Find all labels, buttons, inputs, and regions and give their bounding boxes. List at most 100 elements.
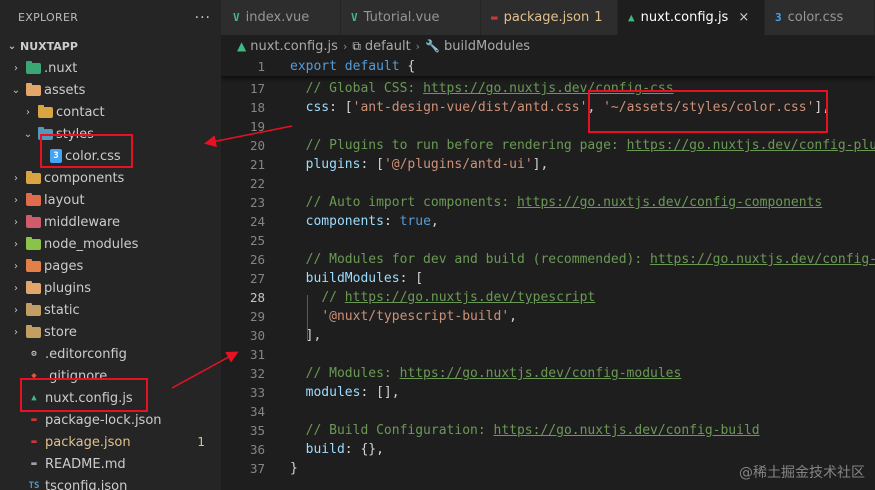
code-line[interactable]: 17 // Global CSS: https://go.nuxtjs.dev/… bbox=[221, 79, 875, 98]
code-line[interactable]: 36 build: {}, bbox=[221, 440, 875, 459]
code-line[interactable]: 18 css: ['ant-design-vue/dist/antd.css',… bbox=[221, 98, 875, 117]
tree-item-nuxt-config-js[interactable]: ▲ nuxt.config.js bbox=[0, 387, 221, 409]
tab-nuxt-config-js[interactable]: ▲ nuxt.config.js × bbox=[618, 0, 765, 35]
tree-item-readme-md[interactable]: ▬ README.md bbox=[0, 453, 221, 475]
code-line[interactable]: 34 bbox=[221, 402, 875, 421]
code-line[interactable]: 35 // Build Configuration: https://go.nu… bbox=[221, 421, 875, 440]
folder-icon bbox=[26, 60, 41, 74]
chevron-down-icon: ⌄ bbox=[7, 40, 17, 52]
tree-item-label: middleware bbox=[44, 214, 121, 230]
code-line[interactable]: 24 components: true, bbox=[221, 212, 875, 231]
tree-item-editorconfig[interactable]: ⚙ .editorconfig bbox=[0, 343, 221, 365]
more-actions-icon[interactable]: ··· bbox=[195, 10, 211, 26]
code-line[interactable]: 21 plugins: ['@/plugins/antd-ui'], bbox=[221, 155, 875, 174]
file-type-icon: ▲ bbox=[628, 11, 635, 24]
tree-item-tsconfig-json[interactable]: TS tsconfig.json bbox=[0, 475, 221, 490]
code-line[interactable]: 25 bbox=[221, 231, 875, 250]
chevron-right-icon: › bbox=[14, 282, 18, 294]
code-text: ], bbox=[290, 328, 322, 343]
explorer-header: EXPLORER ··· bbox=[0, 0, 221, 35]
tree-item-static[interactable]: › static bbox=[0, 299, 221, 321]
code-line[interactable]: 30 ], bbox=[221, 326, 875, 345]
close-icon[interactable]: × bbox=[738, 10, 749, 25]
breadcrumb-file[interactable]: nuxt.config.js bbox=[250, 39, 338, 54]
nuxt-file-icon: ▲ bbox=[237, 39, 247, 53]
code-text: // Global CSS: https://go.nuxtjs.dev/con… bbox=[305, 81, 674, 96]
tab-package-json[interactable]: ▬ package.json 1 bbox=[481, 0, 618, 35]
editor-tab-bar: Vindex.vue V Tutorial.vue ▬ package.json 1 ▲ nu… bbox=[221, 0, 875, 35]
tree-item-components[interactable]: › components bbox=[0, 167, 221, 189]
explorer-root-folder[interactable]: ⌄ NUXTAPP bbox=[0, 35, 221, 57]
code-line[interactable]: 1 export default { bbox=[221, 57, 875, 76]
line-number: 37 bbox=[249, 461, 265, 476]
breadcrumb-default[interactable]: default bbox=[365, 39, 411, 54]
tree-item-middleware[interactable]: › middleware bbox=[0, 211, 221, 233]
chevron-right-icon: › bbox=[14, 172, 18, 184]
code-text: css: ['ant-design-vue/dist/antd.css', '~… bbox=[305, 100, 831, 115]
code-text: // Modules for dev and build (recommende… bbox=[305, 252, 875, 267]
line-number: 34 bbox=[249, 404, 265, 419]
tree-item-label: components bbox=[44, 170, 125, 186]
tree-item-store[interactable]: › store bbox=[0, 321, 221, 343]
tree-item-package-lock-json[interactable]: ▬ package-lock.json bbox=[0, 409, 221, 431]
tab-label: index.vue bbox=[245, 10, 310, 25]
code-line[interactable]: 23 // Auto import components: https://go… bbox=[221, 193, 875, 212]
tree-item-assets[interactable]: ⌄ assets bbox=[0, 79, 221, 101]
tree-item-pages[interactable]: › pages bbox=[0, 255, 221, 277]
line-number: 24 bbox=[249, 214, 265, 229]
tree-item-label: color.css bbox=[65, 148, 121, 164]
tab-label: package.json bbox=[503, 10, 590, 25]
tab-tutorial-vue[interactable]: V Tutorial.vue bbox=[341, 0, 481, 35]
code-text: plugins: ['@/plugins/antd-ui'], bbox=[305, 157, 549, 172]
line-number: 26 bbox=[249, 252, 265, 267]
code-text: '@nuxt/typescript-build', bbox=[321, 309, 517, 324]
tree-item-label: .nuxt bbox=[44, 60, 78, 76]
code-line[interactable]: 31 bbox=[221, 345, 875, 364]
wrench-icon: 🔧 bbox=[425, 39, 441, 53]
chevron-right-icon: › bbox=[14, 260, 18, 272]
code-line[interactable]: 19 bbox=[221, 117, 875, 136]
code-line[interactable]: 26 // Modules for dev and build (recomme… bbox=[221, 250, 875, 269]
tree-item-label: assets bbox=[44, 82, 86, 98]
code-text: } bbox=[290, 461, 298, 476]
tree-item-layout[interactable]: › layout bbox=[0, 189, 221, 211]
tree-item-node-modules[interactable]: › node_modules bbox=[0, 233, 221, 255]
folder-icon bbox=[26, 302, 41, 316]
code-line[interactable]: 33 modules: [], bbox=[221, 383, 875, 402]
code-text: // Plugins to run before rendering page:… bbox=[305, 138, 875, 153]
tab-color-css[interactable]: 3 color.css bbox=[765, 0, 875, 35]
line-number: 19 bbox=[249, 119, 265, 134]
breadcrumb-buildmodules[interactable]: buildModules bbox=[444, 39, 530, 54]
code-text: components: true, bbox=[305, 214, 439, 229]
file-tree: › .nuxt ⌄ assets › contact ⌄ styles 3 color.css › c… bbox=[0, 57, 221, 490]
tree-item-gitignore[interactable]: ◆ .gitignore bbox=[0, 365, 221, 387]
file-type-icon: V bbox=[233, 11, 240, 24]
code-line[interactable]: 22 bbox=[221, 174, 875, 193]
code-line[interactable]: 28 // https://go.nuxtjs.dev/typescript bbox=[221, 288, 875, 307]
line-number: 27 bbox=[249, 271, 265, 286]
code-line[interactable]: 20 // Plugins to run before rendering pa… bbox=[221, 136, 875, 155]
tree-item-contact[interactable]: › contact bbox=[0, 101, 221, 123]
code-line[interactable]: 29 '@nuxt/typescript-build', bbox=[221, 307, 875, 326]
folder-icon bbox=[38, 104, 53, 118]
tree-item-package-json[interactable]: ▬ package.json 1 bbox=[0, 431, 221, 453]
chevron-right-icon: › bbox=[342, 39, 348, 53]
tree-item-color-css[interactable]: 3 color.css bbox=[0, 145, 221, 167]
file-type-icon: V bbox=[351, 11, 358, 24]
tree-item-plugins[interactable]: › plugins bbox=[0, 277, 221, 299]
tab-index-vue[interactable]: Vindex.vue bbox=[221, 0, 341, 35]
tree-item-styles[interactable]: ⌄ styles bbox=[0, 123, 221, 145]
line-number: 18 bbox=[249, 100, 265, 115]
code-line[interactable]: 32 // Modules: https://go.nuxtjs.dev/con… bbox=[221, 364, 875, 383]
code-text: build: {}, bbox=[305, 442, 384, 457]
file-type-icon: ⚙ bbox=[31, 349, 37, 359]
tree-item-label: .gitignore bbox=[45, 368, 108, 384]
tree-item-nuxt[interactable]: › .nuxt bbox=[0, 57, 221, 79]
line-number: 21 bbox=[249, 157, 265, 172]
tree-item-label: nuxt.config.js bbox=[45, 390, 133, 406]
watermark: @稀土掘金技术社区 bbox=[739, 465, 865, 481]
folder-icon bbox=[38, 126, 53, 140]
line-number: 32 bbox=[249, 366, 265, 381]
code-line[interactable]: 27 buildModules: [ bbox=[221, 269, 875, 288]
code-editor[interactable]: 1 export default { 17 // Global CSS: https… bbox=[221, 57, 875, 490]
